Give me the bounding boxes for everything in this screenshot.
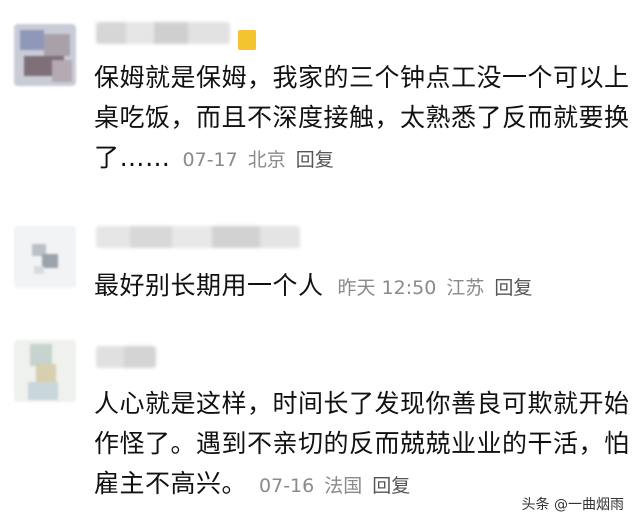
- username-blurred[interactable]: [96, 226, 300, 248]
- comment-location: 北京: [247, 149, 286, 171]
- comment-location: 江苏: [446, 277, 485, 299]
- comment-body: 最好别长期用一个人: [94, 271, 324, 300]
- avatar[interactable]: [14, 340, 76, 402]
- comment-meta: 07-16 法国 回复: [259, 475, 410, 497]
- comment-text: 保姆就是保姆，我家的三个钟点工没一个可以上桌吃饭，而且不深度接触，太熟悉了反而就…: [94, 58, 634, 180]
- reply-button[interactable]: 回复: [296, 149, 334, 171]
- comment-date: 07-16: [259, 475, 315, 497]
- watermark: 头条 @一曲烟雨: [517, 492, 628, 516]
- comment-date: 07-17: [182, 149, 238, 171]
- comment-text: 最好别长期用一个人 昨天 12:50 江苏 回复: [94, 266, 634, 308]
- comment-date: 昨天 12:50: [337, 277, 437, 299]
- comment-location: 法国: [324, 475, 363, 497]
- avatar[interactable]: [14, 24, 76, 86]
- avatar[interactable]: [14, 226, 76, 288]
- reply-button[interactable]: 回复: [494, 277, 532, 299]
- comment-meta: 07-17 北京 回复: [183, 149, 334, 171]
- username-blurred[interactable]: [96, 346, 156, 368]
- vip-badge-icon: [238, 30, 256, 50]
- comment-text: 人心就是这样，时间长了发现你善良可欺就开始作怪了。遇到不亲切的反而兢兢业业的干活…: [94, 384, 634, 506]
- comment-body: 保姆就是保姆，我家的三个钟点工没一个可以上桌吃饭，而且不深度接触，太熟悉了反而就…: [94, 63, 630, 172]
- comment-meta: 昨天 12:50 江苏 回复: [338, 277, 533, 299]
- reply-button[interactable]: 回复: [372, 475, 410, 497]
- username-blurred[interactable]: [96, 22, 230, 44]
